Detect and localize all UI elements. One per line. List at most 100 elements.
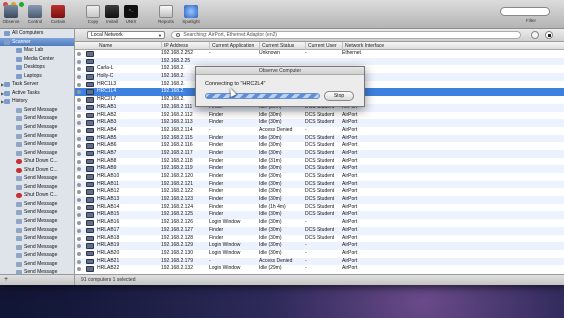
sidebar-item[interactable]: Mac Lab	[0, 46, 74, 55]
info-icon[interactable]	[77, 213, 81, 218]
sidebar-item[interactable]: Desktops	[0, 63, 74, 72]
info-icon[interactable]	[77, 82, 81, 87]
sidebar-item[interactable]: Send Message	[0, 260, 74, 269]
table-row[interactable]: HRLAB11 192.168.2.121 Finder Idle (30m) DCS …	[75, 180, 564, 189]
table-row[interactable]: HRLAB19 192.168.2.129 Login Window Idle (30…	[75, 242, 564, 250]
info-icon[interactable]	[77, 67, 81, 72]
table-row[interactable]: HRLAB18 192.168.2.128 Finder Idle (30m) DCS …	[75, 235, 564, 243]
sidebar-item[interactable]: Shut Down C...	[0, 191, 74, 200]
table-row[interactable]: HRLAB3 192.168.2.113 Finder Idle (30m) DCS S…	[75, 119, 564, 127]
table-row[interactable]: 192.168.2.25	[75, 57, 564, 66]
info-icon[interactable]	[77, 59, 81, 64]
sidebar-item[interactable]: Shut Down C...	[0, 157, 74, 166]
info-icon[interactable]	[77, 267, 81, 272]
sidebar-item[interactable]: Laptops	[0, 72, 74, 81]
sidebar-item[interactable]: Send Message	[0, 183, 74, 192]
table-row[interactable]: HRLAB8 192.168.2.118 Finder Idle (31m) DCS S…	[75, 158, 564, 166]
sidebar-item[interactable]: Send Message	[0, 251, 74, 260]
info-icon[interactable]	[77, 159, 81, 164]
sidebar-item[interactable]: Send Message	[0, 217, 74, 226]
info-icon[interactable]	[77, 128, 81, 133]
stop-scan-button[interactable]	[545, 31, 553, 39]
sidebar-item[interactable]: Send Message	[0, 234, 74, 243]
disclosure-triangle-icon[interactable]: ▶	[1, 98, 4, 106]
sidebar-item[interactable]: Send Message	[0, 106, 74, 115]
reports-button[interactable]: Reports	[155, 5, 177, 24]
column-header-status[interactable]: Current Status	[259, 42, 305, 50]
info-icon[interactable]	[77, 144, 81, 149]
info-icon[interactable]	[77, 190, 81, 195]
sidebar-item[interactable]: Send Message	[0, 243, 74, 252]
sidebar-item[interactable]: Send Message	[0, 140, 74, 149]
table-row[interactable]: HRLAB12 192.168.2.122 Finder Idle (30m) DCS …	[75, 188, 564, 196]
table-row[interactable]: HRLAB15 192.168.2.125 Finder Idle (30m) DCS …	[75, 211, 564, 220]
network-select[interactable]: Local Network ▼	[87, 31, 165, 39]
table-row[interactable]: HRLAB10 192.168.2.120 Finder Idle (30m) DCS …	[75, 173, 564, 181]
info-icon[interactable]	[77, 228, 81, 233]
sidebar-item[interactable]: Send Message	[0, 149, 74, 158]
sidebar-item[interactable]: Scanner	[0, 37, 74, 47]
table-row[interactable]: HRLAB9 192.168.2.119 Finder Idle (30m) DCS S…	[75, 165, 564, 173]
sidebar-item[interactable]: Send Message	[0, 208, 74, 217]
info-icon[interactable]	[77, 198, 81, 203]
info-icon[interactable]	[77, 221, 81, 226]
table-row[interactable]: HRLAB6 192.168.2.116 Finder Idle (30m) DCS S…	[75, 142, 564, 150]
sidebar-item[interactable]: Send Message	[0, 174, 74, 183]
sidebar-item[interactable]: Send Message	[0, 114, 74, 123]
sidebar-item[interactable]: Media Center	[0, 55, 74, 64]
info-icon[interactable]	[77, 167, 81, 172]
info-icon[interactable]	[77, 121, 81, 126]
table-row[interactable]: HRLAB2 192.168.2.112 Finder Idle (30m) DCS S…	[75, 112, 564, 120]
disclosure-triangle-icon[interactable]: ▶	[1, 81, 4, 89]
info-icon[interactable]	[77, 205, 81, 210]
table-row[interactable]: HRLAB13 192.168.2.123 Finder Idle (30m) DCS …	[75, 196, 564, 204]
table-row[interactable]: HRLAB21 192.168.2.179 - Access Denied - AirPo…	[75, 257, 564, 266]
filter-input[interactable]	[500, 7, 550, 16]
stop-button[interactable]: Stop	[324, 91, 354, 101]
info-icon[interactable]	[77, 98, 81, 103]
sidebar-item[interactable]: Task Server ▶	[0, 80, 74, 89]
sidebar-item[interactable]: History ▶	[0, 97, 74, 106]
table-row[interactable]: HRLAB7 192.168.2.117 Finder Idle (30m) DCS S…	[75, 149, 564, 158]
table-row[interactable]: HRLAB5 192.168.2.115 Finder Idle (30m) DCS S…	[75, 134, 564, 143]
info-icon[interactable]	[77, 175, 81, 179]
sidebar-item[interactable]: Shut Down C...	[0, 166, 74, 175]
info-icon[interactable]	[77, 52, 81, 56]
info-icon[interactable]	[77, 151, 81, 156]
info-icon[interactable]	[77, 136, 81, 141]
sidebar-item[interactable]: Send Message	[0, 226, 74, 235]
column-header-ip[interactable]: IP Address	[161, 42, 209, 50]
column-header-user[interactable]: Current User	[305, 42, 342, 50]
info-icon[interactable]	[77, 182, 81, 187]
curtain-button[interactable]: Curtain	[47, 5, 69, 24]
spotlight-button[interactable]: Spotlight	[178, 5, 204, 24]
column-header-application[interactable]: Current Application	[209, 42, 259, 50]
info-icon[interactable]	[77, 113, 81, 118]
sidebar-item[interactable]: Active Tasks ▶	[0, 89, 74, 98]
column-header-interface[interactable]: Network Interface	[342, 42, 402, 50]
info-icon[interactable]	[77, 244, 81, 249]
table-row[interactable]: HRLAB17 192.168.2.127 Finder Idle (30m) DCS …	[75, 226, 564, 235]
sidebar-item[interactable]: All Computers	[0, 29, 74, 38]
unix-button[interactable]: >_ UNIX	[120, 5, 142, 24]
sidebar-item[interactable]: Send Message	[0, 200, 74, 209]
table-row[interactable]: HRLAB16 192.168.2.126 Login Window Idle (30…	[75, 219, 564, 227]
sidebar-item[interactable]: Send Message	[0, 123, 74, 132]
table-row[interactable]: HRLAB14 192.168.2.124 Finder Idle (1h 4m) DC…	[75, 204, 564, 212]
sidebar-item[interactable]: Send Message	[0, 132, 74, 141]
info-icon[interactable]	[77, 236, 81, 241]
table-row[interactable]: HRLAB22 192.168.2.132 Login Window Idle (29…	[75, 265, 564, 273]
add-list-button[interactable]: +	[0, 274, 75, 285]
column-header-name[interactable]: Name	[97, 42, 161, 50]
info-icon[interactable]	[77, 105, 81, 110]
info-icon[interactable]	[77, 75, 81, 80]
info-icon[interactable]	[77, 259, 81, 264]
info-icon[interactable]	[77, 251, 81, 256]
table-row[interactable]: HRLAB20 192.168.2.130 Login Window Idle (30…	[75, 250, 564, 258]
observe-button[interactable]: Observe	[0, 5, 22, 24]
table-row[interactable]: HRLAB4 192.168.2.114 - Access Denied - AirPor…	[75, 127, 564, 135]
info-icon[interactable]	[77, 90, 81, 95]
control-button[interactable]: Control	[24, 5, 46, 24]
disclosure-triangle-icon[interactable]: ▶	[1, 90, 4, 98]
table-row[interactable]: 192.168.2.252 - Unknown - Ethernet	[75, 50, 564, 58]
